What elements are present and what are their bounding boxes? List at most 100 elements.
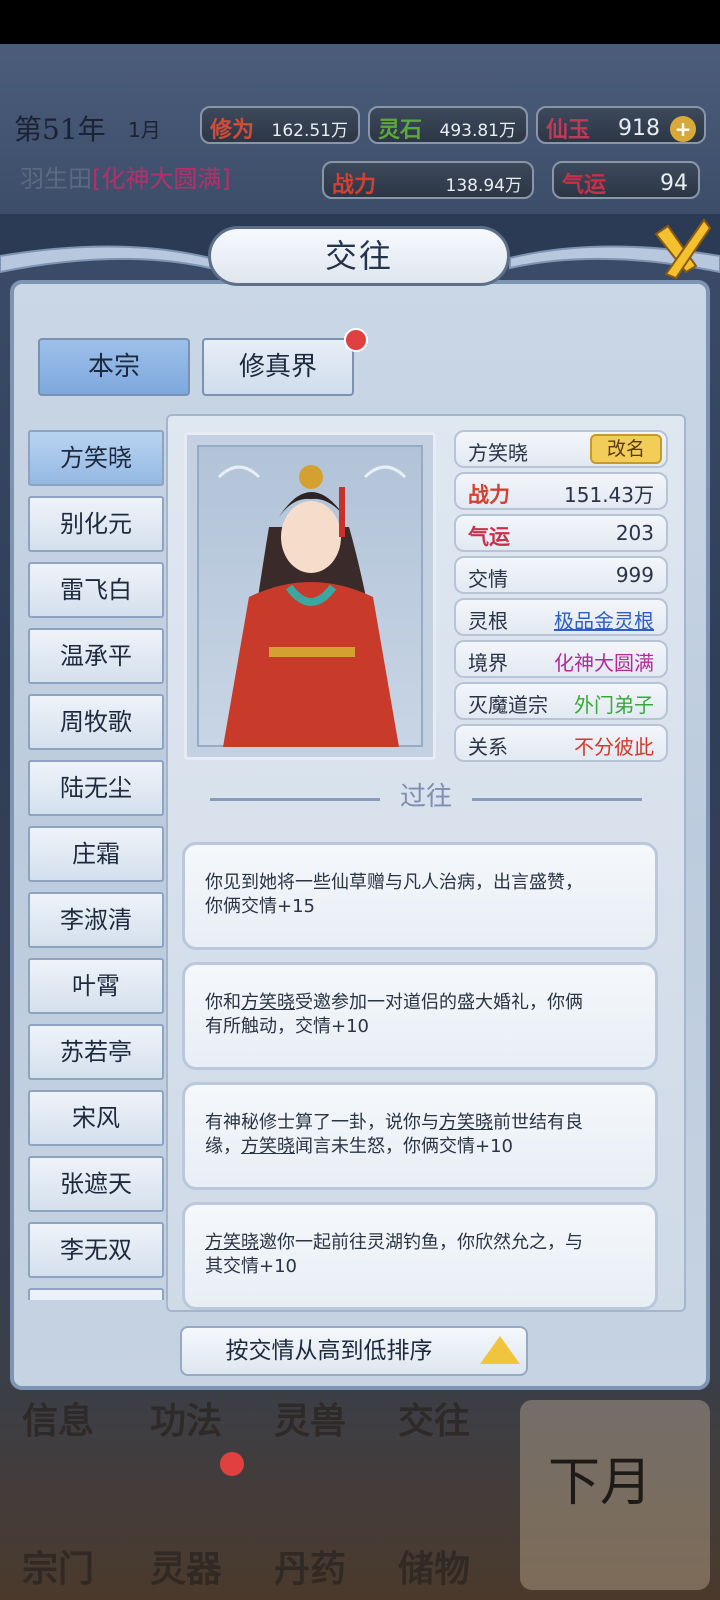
list-item[interactable]: 苏若亭 [28, 1024, 164, 1080]
event-text: 你俩交情+15 [205, 896, 315, 917]
player-info: 羽生田[化神大圆满] [20, 159, 231, 194]
list-item[interactable]: 庄霜 [28, 826, 164, 882]
event-card: 方笑晓邀你一起前往灵湖钓鱼，你欣然允之，与 其交情+10 [182, 1202, 658, 1310]
nav-pills[interactable]: 丹药 [274, 1540, 346, 1592]
list-item[interactable]: 张遮天 [28, 1156, 164, 1212]
spirit-stone-label: 灵石 [378, 117, 423, 143]
hud-second-row: 羽生田[化神大圆满] 战力 138.94万 气运 94 [0, 155, 720, 203]
nav-info[interactable]: 信息 [22, 1392, 94, 1444]
sort-button[interactable]: 按交情从高到低排序 [180, 1326, 528, 1376]
nav-sect[interactable]: 宗门 [22, 1540, 94, 1592]
luck-value: 94 [660, 171, 688, 196]
portrait-frame [184, 432, 436, 760]
portrait [197, 445, 423, 747]
event-text: 有所触动，交情+10 [205, 1016, 369, 1037]
nav-storage[interactable]: 储物 [398, 1540, 470, 1592]
list-item[interactable]: 雷飞白 [28, 562, 164, 618]
stat-key: 关系 [468, 735, 508, 759]
list-item[interactable]: 周牧歌 [28, 694, 164, 750]
stat-friendship: 交情 999 [454, 556, 668, 594]
stat-key: 灭魔道宗 [468, 693, 548, 717]
list-item[interactable]: 别化元 [28, 496, 164, 552]
character-name: 方笑晓 [468, 441, 528, 465]
event-text: 有神秘修士算了一卦，说你与方笑晓前世结有良 [205, 1112, 583, 1133]
stat-key: 战力 [468, 482, 510, 507]
immortal-jade-label: 仙玉 [546, 117, 591, 143]
nav-artifacts[interactable]: 灵器 [150, 1540, 222, 1592]
stat-key: 灵根 [468, 609, 508, 633]
list-item[interactable]: 宋风 [28, 1090, 164, 1146]
notification-dot [220, 1452, 244, 1476]
stat-value: 外门弟子 [574, 693, 654, 717]
list-item[interactable]: 陆无尘 [28, 760, 164, 816]
list-item[interactable]: 李淑清 [28, 892, 164, 948]
divider-right [472, 798, 642, 801]
list-item[interactable]: 温承平 [28, 628, 164, 684]
character-link[interactable]: 方笑晓 [241, 992, 295, 1013]
event-text: 缘，方笑晓闻言未生怒，你俩交情+10 [205, 1136, 513, 1157]
hud-top-row: 第51年 1月 修为 162.51万 灵石 493.81万 仙玉 918 + [0, 100, 720, 152]
stat-sect: 灭魔道宗 外门弟子 [454, 682, 668, 720]
event-card: 你见到她将一些仙草赠与凡人治病，出言盛赞， 你俩交情+15 [182, 842, 658, 950]
stat-value: 化神大圆满 [554, 651, 654, 675]
immortal-jade-value: 918 [618, 116, 660, 141]
character-link[interactable]: 方笑晓 [241, 1136, 295, 1157]
stat-realm: 境界 化神大圆满 [454, 640, 668, 678]
player-name: 羽生田 [20, 165, 92, 193]
spirit-stone-value: 493.81万 [439, 121, 516, 141]
character-link[interactable]: 方笑晓 [205, 1232, 259, 1253]
rename-button[interactable]: 改名 [590, 434, 662, 464]
stat-value: 151.43万 [564, 483, 654, 507]
combat-power-resource: 战力 138.94万 [322, 161, 534, 199]
close-icon[interactable] [646, 214, 712, 284]
event-text: 方笑晓邀你一起前往灵湖钓鱼，你欣然允之，与 [205, 1232, 583, 1253]
tab-own-sect[interactable]: 本宗 [38, 338, 190, 396]
combat-power-value: 138.94万 [445, 176, 522, 196]
event-card: 你和方笑晓受邀参加一对道侣的盛大婚礼，你俩 有所触动，交情+10 [182, 962, 658, 1070]
event-card: 有神秘修士算了一卦，说你与方笑晓前世结有良 缘，方笑晓闻言未生怒，你俩交情+10 [182, 1082, 658, 1190]
stat-value: 203 [615, 521, 654, 545]
combat-power-label: 战力 [332, 172, 377, 198]
event-text: 其交情+10 [205, 1256, 297, 1277]
next-month-label: 下月 [548, 1453, 653, 1513]
stat-value: 999 [615, 563, 654, 587]
luck-resource: 气运 94 [552, 161, 700, 199]
stat-value[interactable]: 极品金灵根 [554, 605, 654, 634]
immortal-jade-resource[interactable]: 仙玉 918 + [536, 106, 706, 144]
nav-skills[interactable]: 功法 [150, 1392, 222, 1444]
list-item[interactable] [28, 1288, 164, 1300]
list-item[interactable]: 李无双 [28, 1222, 164, 1278]
character-link[interactable]: 方笑晓 [439, 1112, 493, 1133]
list-item[interactable]: 方笑晓 [28, 430, 164, 486]
character-name-row: 方笑晓 改名 [454, 430, 668, 468]
nav-spirit-beasts[interactable]: 灵兽 [274, 1392, 346, 1444]
stat-spirit-root: 灵根 极品金灵根 [454, 598, 668, 636]
stat-key: 气运 [468, 524, 510, 549]
character-portrait-icon [217, 465, 407, 747]
stat-luck: 气运 203 [454, 514, 668, 552]
stat-relation: 关系 不分彼此 [454, 724, 668, 762]
list-item[interactable]: 叶霄 [28, 958, 164, 1014]
spirit-stone-resource[interactable]: 灵石 493.81万 [368, 106, 528, 144]
tab-cultivation-world[interactable]: 修真界 [202, 338, 354, 396]
dialog-title: 交往 [208, 226, 510, 286]
sort-triangle-icon[interactable] [480, 1336, 520, 1364]
cultivation-resource[interactable]: 修为 162.51万 [200, 106, 360, 144]
nav-social[interactable]: 交往 [398, 1392, 470, 1444]
character-list[interactable]: 方笑晓 别化元 雷飞白 温承平 周牧歌 陆无尘 庄霜 李淑清 叶霄 苏若亭 宋风… [28, 430, 164, 1300]
year-label: 第51年 [14, 113, 106, 146]
month-label: 1月 [128, 118, 161, 142]
player-realm: [化神大圆满] [92, 165, 231, 193]
stat-key: 交情 [468, 567, 508, 591]
stat-value: 不分彼此 [574, 735, 654, 759]
cultivation-value: 162.51万 [271, 121, 348, 141]
stat-key: 境界 [468, 651, 508, 675]
luck-label: 气运 [562, 172, 607, 198]
add-jade-icon[interactable]: + [670, 116, 696, 142]
event-text: 你见到她将一些仙草赠与凡人治病，出言盛赞， [205, 872, 583, 893]
notification-dot [344, 328, 368, 352]
status-bar [0, 0, 720, 44]
stat-combat-power: 战力 151.43万 [454, 472, 668, 510]
past-section-title: 过往 [399, 782, 452, 812]
event-text: 你和方笑晓受邀参加一对道侣的盛大婚礼，你俩 [205, 992, 583, 1013]
